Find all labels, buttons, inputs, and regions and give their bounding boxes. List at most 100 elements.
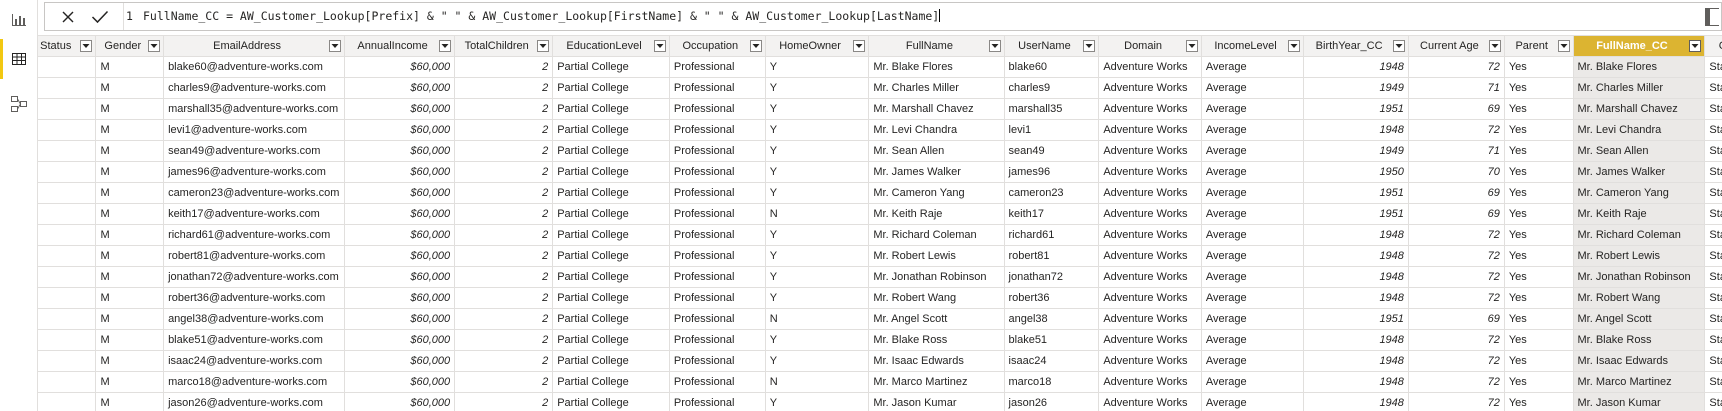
cell-income[interactable]: $60,000 [344, 266, 456, 288]
cell-username[interactable]: levi1 [1003, 119, 1100, 141]
cell-domain[interactable]: Adventure Works [1098, 371, 1202, 393]
cell-priority[interactable]: Standard [1704, 308, 1722, 330]
cell-priority[interactable]: Standard [1704, 224, 1722, 246]
cell-username[interactable]: sean49 [1003, 140, 1100, 162]
cell-fullname_cc[interactable]: Mr. Blake Flores [1572, 56, 1706, 78]
cell-education[interactable]: Partial College [552, 392, 670, 411]
cell-occupation[interactable]: Professional [668, 308, 766, 330]
cell-education[interactable]: Partial College [552, 203, 670, 225]
commit-formula-button[interactable] [85, 3, 115, 30]
table-row[interactable]: Mblake60@adventure-works.com $60,000 2 Part… [38, 56, 1722, 78]
cell-birthyear[interactable]: 1948 [1303, 287, 1409, 309]
cell-priority[interactable]: Standard [1704, 329, 1722, 351]
filter-dropdown-button[interactable] [1392, 40, 1405, 52]
cell-email[interactable]: marshall35@adventure-works.com [163, 98, 346, 120]
cell-income[interactable]: $60,000 [344, 224, 456, 246]
cell-age[interactable]: 69 [1407, 308, 1505, 330]
cell-email[interactable]: angel38@adventure-works.com [163, 308, 346, 330]
cell-education[interactable]: Partial College [552, 161, 670, 183]
formula-input[interactable]: FullName_CC = AW_Customer_Lookup[Prefix]… [143, 9, 1643, 23]
filter-dropdown-button[interactable] [988, 40, 1001, 52]
cell-fullname_cc[interactable]: Mr. Charles Miller [1572, 77, 1706, 99]
cell-age[interactable]: 72 [1407, 56, 1505, 78]
cell-age[interactable]: 72 [1407, 266, 1505, 288]
cell-fullname_cc[interactable]: Mr. Cameron Yang [1572, 182, 1706, 204]
cell-incomelevel[interactable]: Average [1200, 287, 1305, 309]
cell-priority[interactable]: Standard [1704, 182, 1722, 204]
cell-homeowner[interactable]: Y [764, 77, 870, 99]
cell-email[interactable]: jason26@adventure-works.com [163, 392, 346, 411]
cell-username[interactable]: cameron23 [1003, 182, 1100, 204]
cell-fullname_cc[interactable]: Mr. Isaac Edwards [1572, 350, 1706, 372]
table-row[interactable]: Msean49@adventure-works.com $60,000 2 Parti… [38, 140, 1722, 162]
cell-priority[interactable]: Standard [1704, 161, 1722, 183]
cell-domain[interactable]: Adventure Works [1098, 287, 1202, 309]
cell-occupation[interactable]: Professional [668, 77, 766, 99]
cell-children[interactable]: 2 [454, 371, 554, 393]
cell-fullname[interactable]: Mr. James Walker [868, 161, 1005, 183]
cell-domain[interactable]: Adventure Works [1098, 350, 1202, 372]
cell-children[interactable]: 2 [454, 119, 554, 141]
cell-age[interactable]: 72 [1407, 392, 1505, 411]
column-header-children[interactable]: TotalChildren [454, 35, 554, 57]
cell-priority[interactable]: Standard [1704, 140, 1722, 162]
cell-incomelevel[interactable]: Average [1200, 161, 1305, 183]
cell-age[interactable]: 72 [1407, 329, 1505, 351]
cell-income[interactable]: $60,000 [344, 287, 456, 309]
cell-gender[interactable]: M [95, 140, 165, 162]
cell-gender[interactable]: M [95, 182, 165, 204]
cell-domain[interactable]: Adventure Works [1098, 245, 1202, 267]
cell-fullname[interactable]: Mr. Jonathan Robinson [868, 266, 1005, 288]
cell-incomelevel[interactable]: Average [1200, 371, 1305, 393]
cell-domain[interactable]: Adventure Works [1098, 266, 1202, 288]
cell-birthyear[interactable]: 1951 [1303, 182, 1409, 204]
filter-dropdown-button[interactable] [749, 40, 762, 52]
cell-status[interactable] [38, 266, 97, 288]
cell-birthyear[interactable]: 1948 [1303, 56, 1409, 78]
cell-income[interactable]: $60,000 [344, 119, 456, 141]
cell-fullname_cc[interactable]: Mr. Sean Allen [1572, 140, 1706, 162]
cell-education[interactable]: Partial College [552, 245, 670, 267]
cell-gender[interactable]: M [95, 98, 165, 120]
cell-gender[interactable]: M [95, 224, 165, 246]
cell-occupation[interactable]: Professional [668, 245, 766, 267]
cell-birthyear[interactable]: 1949 [1303, 77, 1409, 99]
cell-gender[interactable]: M [95, 161, 165, 183]
cell-homeowner[interactable]: Y [764, 392, 870, 411]
cell-occupation[interactable]: Professional [668, 287, 766, 309]
cell-income[interactable]: $60,000 [344, 329, 456, 351]
cell-gender[interactable]: M [95, 350, 165, 372]
cancel-formula-button[interactable] [53, 3, 83, 30]
cell-incomelevel[interactable]: Average [1200, 329, 1305, 351]
filter-dropdown-button[interactable] [329, 40, 342, 52]
cell-age[interactable]: 72 [1407, 119, 1505, 141]
cell-priority[interactable]: Standard [1704, 119, 1722, 141]
expand-formula-bar-button[interactable] [1705, 8, 1719, 26]
filter-dropdown-button[interactable] [537, 40, 550, 52]
cell-status[interactable] [38, 182, 97, 204]
cell-homeowner[interactable]: Y [764, 245, 870, 267]
filter-dropdown-button[interactable] [439, 40, 452, 52]
cell-status[interactable] [38, 98, 97, 120]
cell-income[interactable]: $60,000 [344, 182, 456, 204]
report-view-button[interactable] [0, 0, 38, 40]
cell-occupation[interactable]: Professional [668, 392, 766, 411]
cell-occupation[interactable]: Professional [668, 350, 766, 372]
cell-fullname[interactable]: Mr. Robert Lewis [868, 245, 1005, 267]
cell-birthyear[interactable]: 1951 [1303, 98, 1409, 120]
cell-status[interactable] [38, 287, 97, 309]
cell-education[interactable]: Partial College [552, 224, 670, 246]
cell-children[interactable]: 2 [454, 392, 554, 411]
cell-birthyear[interactable]: 1948 [1303, 245, 1409, 267]
cell-gender[interactable]: M [95, 371, 165, 393]
cell-email[interactable]: sean49@adventure-works.com [163, 140, 346, 162]
filter-dropdown-button[interactable] [80, 40, 93, 52]
cell-priority[interactable]: Standard [1704, 98, 1722, 120]
cell-children[interactable]: 2 [454, 308, 554, 330]
cell-education[interactable]: Partial College [552, 266, 670, 288]
column-header-fullname[interactable]: FullName [868, 35, 1005, 57]
cell-username[interactable]: charles9 [1003, 77, 1100, 99]
cell-fullname_cc[interactable]: Mr. Keith Raje [1572, 203, 1706, 225]
cell-gender[interactable]: M [95, 77, 165, 99]
cell-gender[interactable]: M [95, 266, 165, 288]
